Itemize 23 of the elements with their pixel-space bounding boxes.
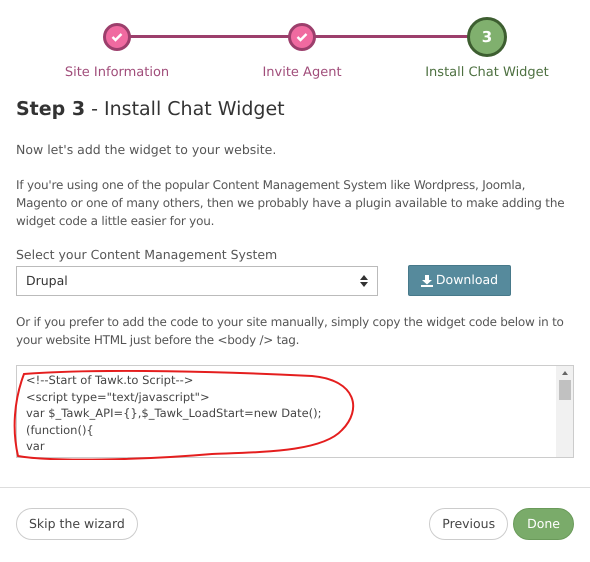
- select-label: Select your Content Management System: [16, 247, 278, 263]
- step-label: Site Information: [64, 64, 170, 82]
- download-button[interactable]: Download: [408, 265, 511, 296]
- code-line: var: [26, 438, 46, 454]
- plugin-text: If you're using one of the popular Content Management System like Wordpress, Joomla, Magento or one of many others, then we probably have a plugin available to make adding the widget code a little easier for you.: [16, 177, 566, 230]
- code-line: <!--Start of Tawk.to Script-->: [26, 372, 194, 388]
- code-line: <script type="text/javascript">: [26, 388, 211, 405]
- step-label: Install Chat Widget: [425, 64, 549, 82]
- code-textarea[interactable]: <!--Start of Tawk.to Script--> <script type="text/javascript"> var $_Tawk_API={},$_Tawk_LoadStart=new Date(); (function(){ var: [16, 365, 574, 458]
- cms-select[interactable]: Drupal: [16, 266, 378, 296]
- code-line: var $_Tawk_API={},$_Tawk_LoadStart=new Date();: [26, 405, 323, 422]
- scroll-thumb[interactable]: [558, 380, 570, 400]
- code-line: (function(){: [26, 422, 95, 438]
- download-icon: [420, 274, 433, 286]
- manual-install-text: Or if you prefer to add the code to your site manually, simply copy the widget code below in to your website HTML just before the <body /> tag.: [16, 314, 565, 349]
- page-heading: Step 3 - Install Chat Widget: [16, 96, 286, 122]
- step-label: Invite Agent: [262, 64, 342, 82]
- sort-icon: [360, 275, 368, 287]
- scrollbar[interactable]: [556, 366, 573, 457]
- previous-button[interactable]: Previous: [429, 508, 508, 540]
- step-number: 3: [467, 17, 507, 57]
- intro-text: Now let's add the widget to your website.: [16, 141, 278, 159]
- skip-wizard-button[interactable]: Skip the wizard: [16, 508, 138, 540]
